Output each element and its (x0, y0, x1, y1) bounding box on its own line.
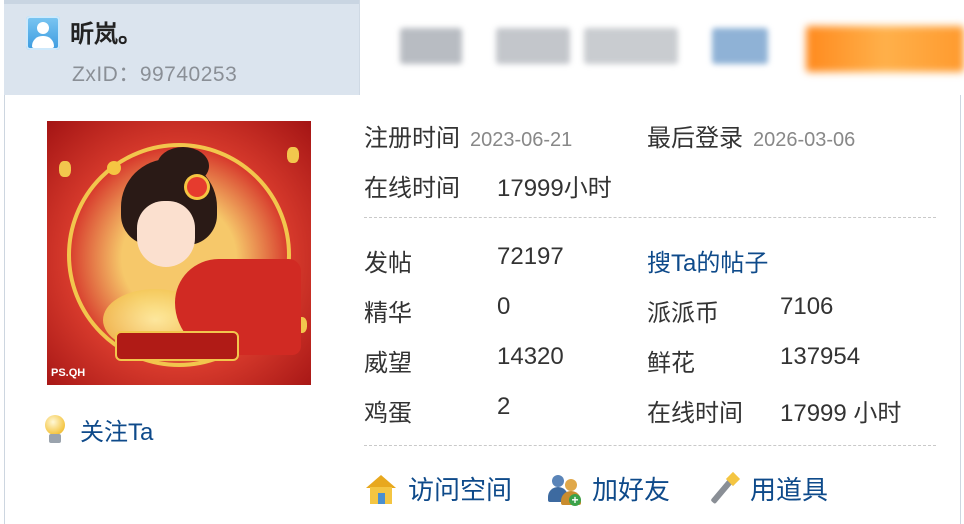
follow-label[interactable]: 关注Ta (80, 412, 153, 447)
register-label: 注册时间 (364, 125, 460, 152)
lightbulb-icon (44, 414, 66, 445)
add-friend-label[interactable]: 加好友 (592, 470, 670, 507)
user-header-tab[interactable]: 昕岚。 ZxID：99740253 (4, 0, 360, 96)
user-id: ZxID：99740253 (72, 63, 238, 86)
eggs-label: 鸡蛋 (364, 400, 412, 427)
use-item-button[interactable]: 用道具 (706, 470, 828, 507)
prestige-label: 威望 (364, 350, 412, 377)
visit-space-button[interactable]: 访问空间 (364, 470, 512, 507)
avatar-watermark: PS.QH (51, 367, 86, 379)
last-login-date: 2026-03-06 (753, 129, 856, 151)
last-login-label: 最后登录 (647, 125, 743, 152)
header-topline (4, 0, 359, 4)
posts-value: 72197 (497, 243, 564, 270)
visit-space-label[interactable]: 访问空间 (408, 470, 512, 507)
search-posts-link[interactable]: 搜Ta的帖子 (647, 243, 768, 278)
register-row: 注册时间 2023-06-21 (364, 118, 572, 153)
blurred-content (806, 26, 964, 72)
user-avatar-icon[interactable] (26, 16, 60, 50)
use-item-label[interactable]: 用道具 (750, 470, 828, 507)
blurred-content (584, 28, 678, 64)
coins-label: 派派币 (647, 300, 719, 327)
magic-wand-icon (706, 471, 741, 506)
divider (364, 217, 936, 218)
blurred-content (400, 28, 462, 64)
online-label: 在线时间 (364, 175, 460, 202)
add-friend-button[interactable]: + 加好友 (548, 470, 670, 507)
profile-avatar-image[interactable]: PS.QH (47, 121, 311, 385)
username[interactable]: 昕岚。 (70, 14, 142, 49)
top-strip: 昕岚。 ZxID：99740253 (0, 0, 964, 96)
house-icon (364, 472, 398, 506)
online-time-label: 在线时间 (647, 400, 743, 427)
eggs-value: 2 (497, 393, 511, 420)
add-friend-icon: + (548, 472, 582, 506)
posts-label: 发帖 (364, 250, 412, 277)
last-login-row: 最后登录 2026-03-06 (647, 118, 855, 153)
follow-button[interactable]: 关注Ta (44, 412, 153, 447)
essence-label: 精华 (364, 300, 412, 327)
flowers-label: 鲜花 (647, 350, 695, 377)
blurred-content (496, 28, 570, 64)
essence-value: 0 (497, 293, 511, 320)
online-time-value: 17999 小时 (780, 400, 902, 427)
divider (364, 445, 936, 446)
flowers-value: 137954 (780, 343, 861, 370)
prestige-value: 14320 (497, 343, 564, 370)
online-value: 17999小时 (497, 175, 612, 202)
blurred-content (712, 28, 768, 64)
coins-value: 7106 (780, 293, 834, 320)
register-date: 2023-06-21 (470, 129, 573, 151)
